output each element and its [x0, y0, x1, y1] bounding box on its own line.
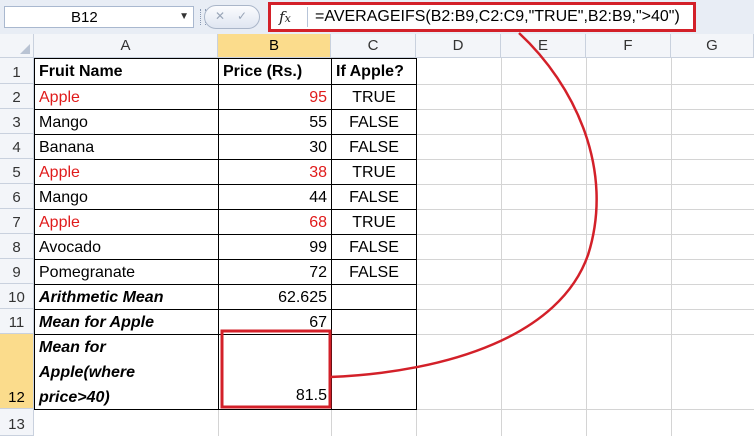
- mean-apple-value[interactable]: 67: [218, 309, 332, 335]
- gridline: [671, 58, 672, 436]
- row-header-7[interactable]: 7: [0, 209, 34, 234]
- fruit-name-cell[interactable]: Apple: [34, 209, 219, 235]
- chevron-down-icon[interactable]: ▼: [179, 11, 189, 22]
- row-header-10[interactable]: 10: [0, 284, 34, 309]
- row-header-9[interactable]: 9: [0, 259, 34, 284]
- fruit-name-cell[interactable]: Mango: [34, 184, 219, 210]
- fruit-name-cell[interactable]: Avocado: [34, 234, 219, 260]
- conditional-mean-label[interactable]: Mean for Apple(where price>40): [34, 334, 219, 410]
- arithmetic-mean-value[interactable]: 62.625: [218, 284, 332, 310]
- name-box[interactable]: B12 ▼: [4, 6, 194, 28]
- formula-text[interactable]: =AVERAGEIFS(B2:B9,C2:C9,"TRUE",B2:B9,">4…: [315, 8, 680, 26]
- price-cell[interactable]: 72: [218, 259, 332, 285]
- column-header-f[interactable]: F: [586, 34, 671, 58]
- conditional-mean-empty[interactable]: [331, 334, 417, 410]
- header-fruit-name[interactable]: Fruit Name: [34, 58, 219, 85]
- column-header-c[interactable]: C: [331, 34, 416, 58]
- if-apple-cell[interactable]: TRUE: [331, 159, 417, 185]
- price-cell[interactable]: 95: [218, 84, 332, 110]
- fruit-name-cell[interactable]: Apple: [34, 84, 219, 110]
- column-header-e[interactable]: E: [501, 34, 586, 58]
- header-if-apple[interactable]: If Apple?: [331, 58, 417, 85]
- if-apple-cell[interactable]: TRUE: [331, 84, 417, 110]
- row-header-4[interactable]: 4: [0, 134, 34, 159]
- arithmetic-mean-label[interactable]: Arithmetic Mean: [34, 284, 219, 310]
- row-header-12[interactable]: 12: [0, 334, 34, 409]
- price-cell[interactable]: 30: [218, 134, 332, 160]
- price-cell[interactable]: 44: [218, 184, 332, 210]
- mean-apple-empty[interactable]: [331, 309, 417, 335]
- arithmetic-mean-empty[interactable]: [331, 284, 417, 310]
- row-header-11[interactable]: 11: [0, 309, 34, 334]
- conditional-mean-value[interactable]: 81.5: [218, 334, 332, 410]
- header-price[interactable]: Price (Rs.): [218, 58, 332, 85]
- row-header-1[interactable]: 1: [0, 58, 34, 84]
- price-cell[interactable]: 38: [218, 159, 332, 185]
- column-header-g[interactable]: G: [671, 34, 754, 58]
- name-box-value: B12: [71, 9, 98, 26]
- fx-icon[interactable]: fx: [279, 8, 291, 26]
- fruit-name-cell[interactable]: Apple: [34, 159, 219, 185]
- conditional-mean-label-line: Mean for: [39, 339, 106, 356]
- fruit-name-cell[interactable]: Pomegranate: [34, 259, 219, 285]
- conditional-mean-label-line: price>40): [39, 389, 110, 406]
- cancel-icon[interactable]: ✕: [215, 9, 225, 23]
- formula-buttons[interactable]: ✕ ✓: [204, 5, 260, 29]
- row-header-8[interactable]: 8: [0, 234, 34, 259]
- divider: [307, 7, 308, 27]
- check-icon[interactable]: ✓: [237, 9, 247, 23]
- if-apple-cell[interactable]: FALSE: [331, 234, 417, 260]
- column-header-b[interactable]: B: [218, 34, 331, 58]
- fruit-name-cell[interactable]: Banana: [34, 134, 219, 160]
- if-apple-cell[interactable]: FALSE: [331, 259, 417, 285]
- price-cell[interactable]: 99: [218, 234, 332, 260]
- price-cell[interactable]: 68: [218, 209, 332, 235]
- if-apple-cell[interactable]: FALSE: [331, 184, 417, 210]
- if-apple-cell[interactable]: FALSE: [331, 134, 417, 160]
- row-header-3[interactable]: 3: [0, 109, 34, 134]
- price-cell[interactable]: 55: [218, 109, 332, 135]
- gridline: [586, 58, 587, 436]
- column-header-a[interactable]: A: [34, 34, 218, 58]
- formula-bar: B12 ▼ ✕ ✓ fx =AVERAGEIFS(B2:B9,C2:C9,"TR…: [0, 0, 754, 35]
- formula-box[interactable]: fx =AVERAGEIFS(B2:B9,C2:C9,"TRUE",B2:B9,…: [268, 2, 696, 32]
- row-header-6[interactable]: 6: [0, 184, 34, 209]
- select-all-button[interactable]: [0, 34, 34, 58]
- conditional-mean-label-line: Apple(where: [39, 364, 136, 381]
- fruit-name-cell[interactable]: Mango: [34, 109, 219, 135]
- if-apple-cell[interactable]: TRUE: [331, 209, 417, 235]
- if-apple-cell[interactable]: FALSE: [331, 109, 417, 135]
- row-header-5[interactable]: 5: [0, 159, 34, 184]
- row-header-13[interactable]: 13: [0, 409, 34, 436]
- column-header-d[interactable]: D: [416, 34, 501, 58]
- mean-apple-label[interactable]: Mean for Apple: [34, 309, 219, 335]
- row-header-2[interactable]: 2: [0, 84, 34, 109]
- gridline: [501, 58, 502, 436]
